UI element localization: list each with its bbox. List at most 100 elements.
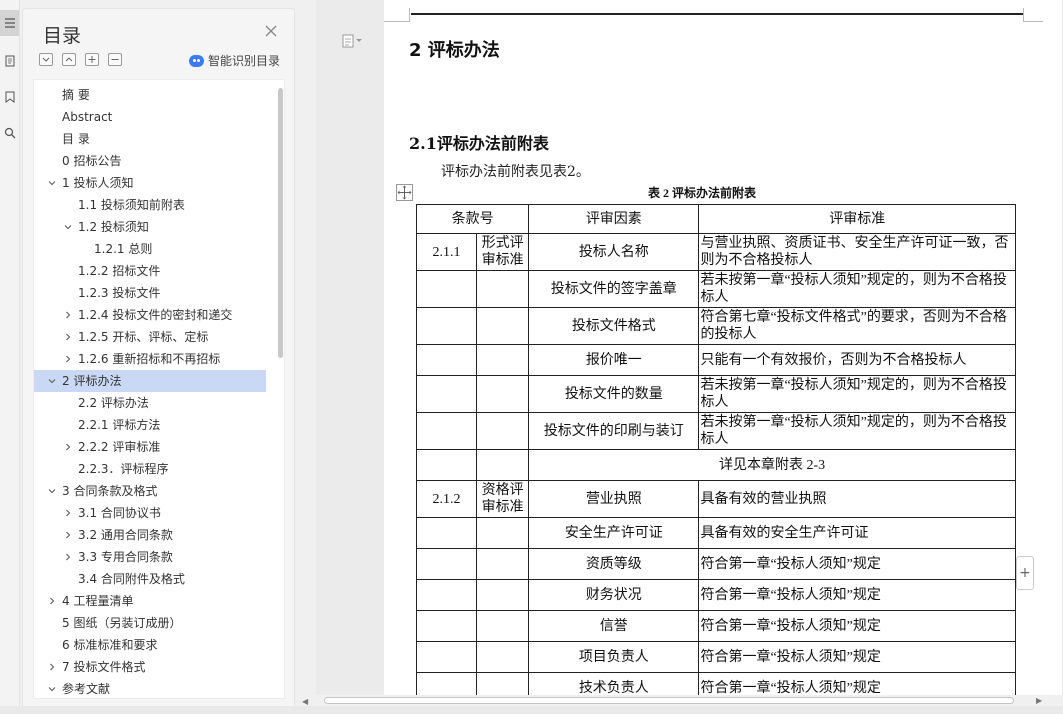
table-row: 报价唯一 只能有一个有效报价，否则为不合格投标人: [415, 344, 1016, 376]
chevron-right-icon[interactable]: [48, 597, 56, 605]
outline-item[interactable]: 2.2.1 评标方法: [34, 414, 266, 436]
outline-item[interactable]: 1.1 投标须知前附表: [34, 194, 266, 216]
status-bar: [0, 706, 1063, 714]
outline-item[interactable]: 1.2.6 重新招标和不再招标: [34, 348, 266, 370]
table-row: 投标文件的签字盖章 若未按第一章“投标人须知”规定的，则为不合格投标人: [415, 270, 1016, 308]
cell-standard: 只能有一个有效报价，否则为不合格投标人: [698, 344, 1016, 376]
add-heading-icon[interactable]: [85, 53, 99, 66]
chevron-right-icon[interactable]: [64, 443, 72, 451]
outline-item[interactable]: 3.3 专用合同条款: [34, 546, 266, 568]
outline-item[interactable]: 1.2.3 投标文件: [34, 282, 266, 304]
outline-item[interactable]: 2.2.3．评标程序: [34, 458, 266, 480]
cell-factor: 信誉: [528, 610, 700, 642]
scroll-right-icon[interactable]: ▶: [1036, 696, 1042, 705]
cell-clause: 2.1.2: [415, 480, 478, 518]
expand-all-icon[interactable]: [39, 53, 53, 66]
remove-heading-icon[interactable]: [108, 53, 122, 66]
smart-outline-button[interactable]: 智能识别目录: [189, 52, 280, 69]
outline-item[interactable]: 目 录: [34, 128, 266, 150]
body-paragraph: 评标办法前附表见表2。: [441, 164, 590, 180]
table-row: 投标文件格式 符合第七章“投标文件格式”的要求，否则为不合格的投标人: [415, 307, 1016, 345]
header-standard: 评审标准: [698, 204, 1016, 234]
outline-item[interactable]: 2.2.2 评审标准: [34, 436, 266, 458]
outline-item[interactable]: 7 投标文件格式: [34, 656, 266, 678]
page-menu-icon[interactable]: [342, 34, 362, 48]
outline-item[interactable]: 3.2 通用合同条款: [34, 524, 266, 546]
chevron-down-icon[interactable]: [64, 223, 72, 231]
chevron-right-icon[interactable]: [64, 509, 72, 517]
cell-factor: 资质等级: [528, 548, 700, 580]
outline-item-label: 1.2.5 开标、评标、定标: [78, 330, 209, 344]
outline-item[interactable]: Abstract: [34, 106, 266, 128]
outline-item[interactable]: 2.2 评标办法: [34, 392, 266, 414]
outline-item-selected[interactable]: 2 评标办法: [34, 370, 266, 392]
add-row-button[interactable]: +: [1016, 556, 1034, 590]
cell-factor: 投标文件的数量: [528, 375, 700, 413]
chevron-right-icon[interactable]: [64, 355, 72, 363]
outline-item-label: 1.1 投标须知前附表: [78, 198, 185, 212]
cell-standard: 具备有效的营业执照: [698, 480, 1016, 518]
outline-item-label: 3.4 合同附件及格式: [78, 572, 185, 586]
outline-item[interactable]: 3 合同条款及格式: [34, 480, 266, 502]
outline-item-label: 0 招标公告: [62, 154, 122, 168]
chevron-right-icon[interactable]: [64, 311, 72, 319]
outline-item-label: 1.2 投标须知: [78, 220, 149, 234]
outline-toggle-icon[interactable]: [0, 10, 19, 36]
cell-standard: 符合第一章“投标人须知”规定: [698, 548, 1016, 580]
outline-item[interactable]: 参考文献: [34, 678, 266, 698]
outline-item-label: 3.3 专用合同条款: [78, 550, 173, 564]
ai-icon: [189, 54, 204, 67]
outline-item[interactable]: 1.2.2 招标文件: [34, 260, 266, 282]
outline-item[interactable]: 1.2.1 总则: [34, 238, 266, 260]
cell-see-appendix: 详见本章附表 2-3: [528, 449, 1016, 481]
close-icon[interactable]: [263, 23, 279, 39]
scroll-left-icon[interactable]: ◀: [302, 697, 308, 706]
outline-toolbar: [39, 53, 122, 66]
outline-item-label: 6 标准标准和要求: [62, 638, 158, 652]
chevron-down-icon[interactable]: [48, 487, 56, 495]
cell-standard: 符合第一章“投标人须知”规定: [698, 641, 1016, 673]
header-clause-no: 条款号: [415, 204, 530, 234]
outline-item-label: 2.2.3．评标程序: [78, 462, 169, 476]
outline-panel: 目录 智能识别目录 摘 要 Abstract 目 录 0 招标公告 1 投标人须…: [22, 8, 295, 710]
table-move-handle-icon[interactable]: [396, 184, 413, 201]
table-row: 信誉 符合第一章“投标人须知”规定: [415, 610, 1016, 642]
find-icon[interactable]: [0, 120, 19, 146]
outline-scrollbar[interactable]: [278, 88, 283, 358]
cell-standard: 若未按第一章“投标人须知”规定的，则为不合格投标人: [698, 375, 1016, 413]
chevron-right-icon[interactable]: [48, 663, 56, 671]
evaluation-table: 条款号 评审因素 评审标准 2.1.1 形式评审标准 投标人名称 与营业执照、资…: [415, 204, 1016, 704]
outline-item[interactable]: 4 工程量清单: [34, 590, 266, 612]
outline-item[interactable]: 摘 要: [34, 84, 266, 106]
outline-item[interactable]: 3.4 合同附件及格式: [34, 568, 266, 590]
outline-item[interactable]: 1.2.5 开标、评标、定标: [34, 326, 266, 348]
outline-item[interactable]: 1 投标人须知: [34, 172, 266, 194]
cell-category: 形式评审标准: [476, 233, 530, 271]
side-rail: [0, 0, 20, 714]
outline-item[interactable]: 5 图纸（另装订成册）: [34, 612, 266, 634]
outline-item-label: 参考文献: [62, 682, 111, 696]
horizontal-scrollbar[interactable]: ◀ ▶: [302, 695, 1063, 706]
outline-item-label: 1.2.1 总则: [94, 242, 153, 256]
chevron-right-icon[interactable]: [64, 531, 72, 539]
bookmark-icon[interactable]: [0, 84, 19, 110]
outline-item-label: 1.2.4 投标文件的密封和递交: [78, 308, 233, 322]
chevron-down-icon[interactable]: [48, 377, 56, 385]
scrollbar-thumb[interactable]: [324, 697, 1014, 704]
outline-item[interactable]: 0 招标公告: [34, 150, 266, 172]
outline-item[interactable]: 3.1 合同协议书: [34, 502, 266, 524]
collapse-all-icon[interactable]: [62, 53, 76, 66]
chevron-down-icon[interactable]: [48, 685, 56, 693]
page-thumbnail-icon[interactable]: [0, 48, 19, 74]
outline-item[interactable]: 1.2.4 投标文件的密封和递交: [34, 304, 266, 326]
cell-standard: 具备有效的安全生产许可证: [698, 517, 1016, 549]
chevron-down-icon[interactable]: [48, 179, 56, 187]
cell-standard: 符合第一章“投标人须知”规定: [698, 579, 1016, 611]
table-row: 投标文件的印刷与装订 若未按第一章“投标人须知”规定的，则为不合格投标人: [415, 412, 1016, 450]
outline-item-label: 2.2 评标办法: [78, 396, 149, 410]
outline-item[interactable]: 1.2 投标须知: [34, 216, 266, 238]
chevron-right-icon[interactable]: [64, 553, 72, 561]
chevron-right-icon[interactable]: [64, 333, 72, 341]
outline-item[interactable]: 6 标准标准和要求: [34, 634, 266, 656]
outline-item-label: 1.2.6 重新招标和不再招标: [78, 352, 221, 366]
